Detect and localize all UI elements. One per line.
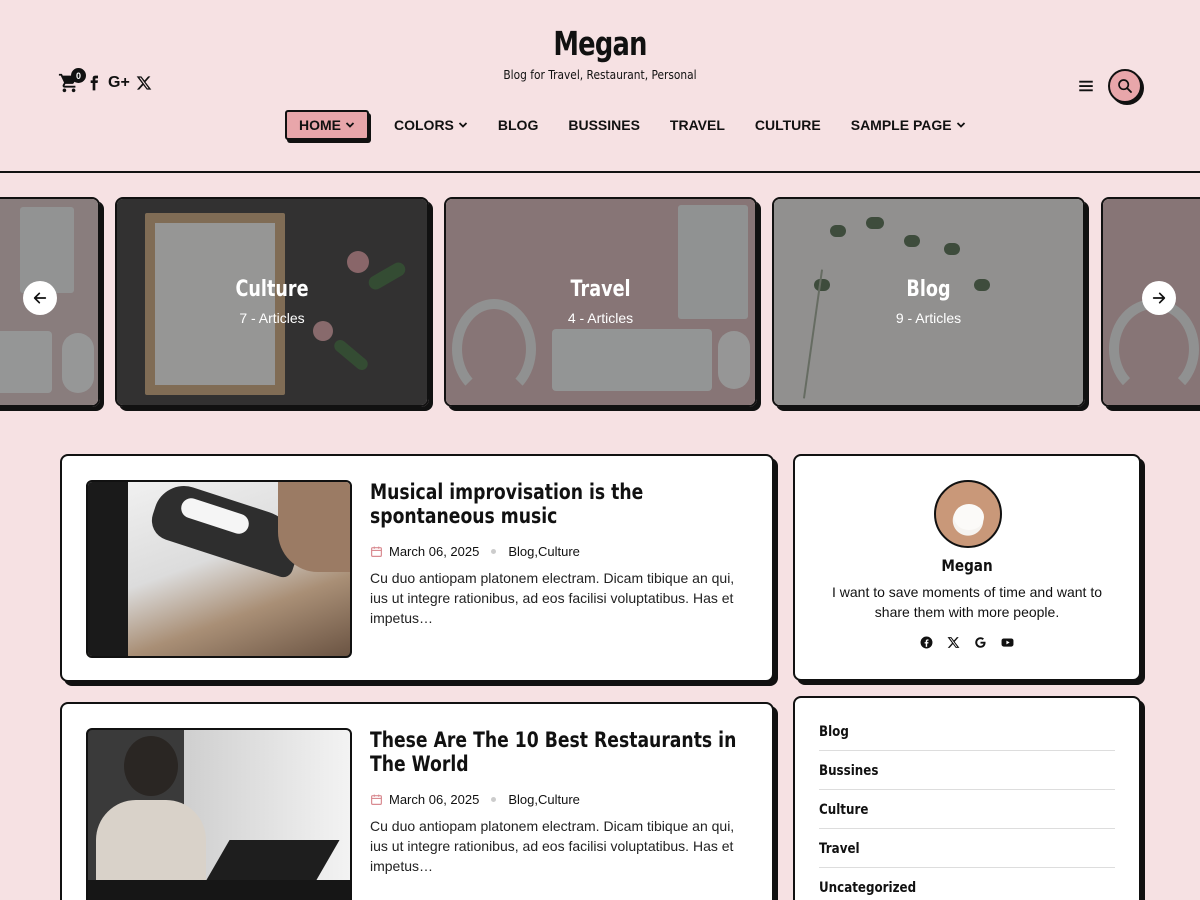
category-slide-blog[interactable]: Blog 9 - Articles bbox=[772, 197, 1085, 407]
search-button[interactable] bbox=[1108, 69, 1142, 103]
chevron-down-icon bbox=[345, 122, 355, 128]
search-icon bbox=[1118, 79, 1132, 93]
categories-widget: Blog Bussines Culture Travel Uncategoriz… bbox=[793, 696, 1141, 900]
author-bio: I want to save moments of time and want … bbox=[831, 584, 1103, 620]
slide-title: Culture bbox=[235, 277, 309, 302]
post-card: These Are The 10 Best Restaurants in The… bbox=[60, 702, 774, 900]
post-title[interactable]: These Are The 10 Best Restaurants in The… bbox=[370, 728, 747, 776]
cart-icon[interactable]: 0 bbox=[58, 68, 86, 94]
category-slider: Culture 7 - Articles Travel 4 - Articles… bbox=[0, 197, 1200, 410]
nav-item-colors[interactable]: COLORS bbox=[379, 110, 483, 140]
facebook-icon[interactable] bbox=[920, 636, 933, 649]
post-excerpt: Cu duo antiopam platonem electram. Dicam… bbox=[370, 818, 735, 874]
post-categories[interactable]: Blog,Culture bbox=[508, 792, 580, 807]
nav-item-bussines[interactable]: BUSSINES bbox=[553, 110, 655, 140]
slide-title: Travel bbox=[570, 277, 631, 302]
post-title[interactable]: Musical improvisation is the spontaneous… bbox=[370, 480, 747, 528]
post-meta: March 06, 2025 Blog,Culture bbox=[370, 544, 750, 559]
slide-article-count: 7 - Articles bbox=[239, 310, 305, 326]
author-widget: Megan I want to save moments of time and… bbox=[793, 454, 1141, 681]
post-date[interactable]: March 06, 2025 bbox=[389, 792, 479, 807]
post-thumbnail[interactable] bbox=[86, 480, 352, 658]
arrow-left-icon bbox=[33, 292, 47, 304]
category-link-bussines[interactable]: Bussines bbox=[819, 763, 1115, 790]
author-name: Megan bbox=[941, 556, 993, 575]
nav-item-blog[interactable]: BLOG bbox=[483, 110, 553, 140]
category-link-blog[interactable]: Blog bbox=[819, 724, 1115, 751]
nav-item-sample-page[interactable]: SAMPLE PAGE bbox=[836, 110, 981, 140]
author-social-links bbox=[795, 636, 1139, 649]
slider-prev-button[interactable] bbox=[23, 281, 57, 315]
nav-item-home[interactable]: HOME bbox=[285, 110, 369, 140]
google-icon[interactable] bbox=[974, 636, 987, 649]
category-link-uncategorized[interactable]: Uncategorized bbox=[819, 880, 1115, 900]
cart-count-badge: 0 bbox=[71, 68, 86, 83]
calendar-icon bbox=[371, 546, 382, 557]
post-categories[interactable]: Blog,Culture bbox=[508, 544, 580, 559]
category-link-travel[interactable]: Travel bbox=[819, 841, 1115, 868]
youtube-icon[interactable] bbox=[1001, 636, 1014, 649]
hamburger-menu-icon[interactable] bbox=[1076, 76, 1096, 96]
site-tagline: Blog for Travel, Restaurant, Personal bbox=[503, 67, 697, 82]
site-header: 0 G+ Megan Blog for Travel, Restaurant, … bbox=[0, 0, 1200, 173]
avatar bbox=[934, 480, 1002, 548]
post-content: These Are The 10 Best Restaurants in The… bbox=[370, 728, 750, 876]
category-slide-travel[interactable]: Travel 4 - Articles bbox=[444, 197, 757, 407]
nav-item-culture[interactable]: CULTURE bbox=[740, 110, 836, 140]
header-tools bbox=[1076, 69, 1142, 103]
arrow-right-icon bbox=[1152, 292, 1166, 304]
slide-article-count: 9 - Articles bbox=[895, 310, 962, 326]
post-card: Musical improvisation is the spontaneous… bbox=[60, 454, 774, 682]
chevron-down-icon bbox=[458, 122, 468, 128]
site-title[interactable]: Megan bbox=[132, 24, 1068, 63]
calendar-icon bbox=[371, 794, 382, 805]
post-excerpt: Cu duo antiopam platonem electram. Dicam… bbox=[370, 570, 735, 626]
post-content: Musical improvisation is the spontaneous… bbox=[370, 480, 750, 628]
category-slide-culture[interactable]: Culture 7 - Articles bbox=[115, 197, 429, 407]
main-navigation: HOME COLORS BLOG BUSSINES TRAVEL CULTURE… bbox=[285, 110, 981, 140]
slide-title: Blog bbox=[906, 277, 951, 302]
slider-next-button[interactable] bbox=[1142, 281, 1176, 315]
nav-item-travel[interactable]: TRAVEL bbox=[655, 110, 740, 140]
post-thumbnail[interactable] bbox=[86, 728, 352, 900]
x-icon[interactable] bbox=[947, 636, 960, 649]
post-date[interactable]: March 06, 2025 bbox=[389, 544, 479, 559]
slide-article-count: 4 - Articles bbox=[567, 310, 634, 326]
post-meta: March 06, 2025 Blog,Culture bbox=[370, 792, 750, 807]
chevron-down-icon bbox=[956, 122, 965, 128]
category-link-culture[interactable]: Culture bbox=[819, 802, 1115, 829]
